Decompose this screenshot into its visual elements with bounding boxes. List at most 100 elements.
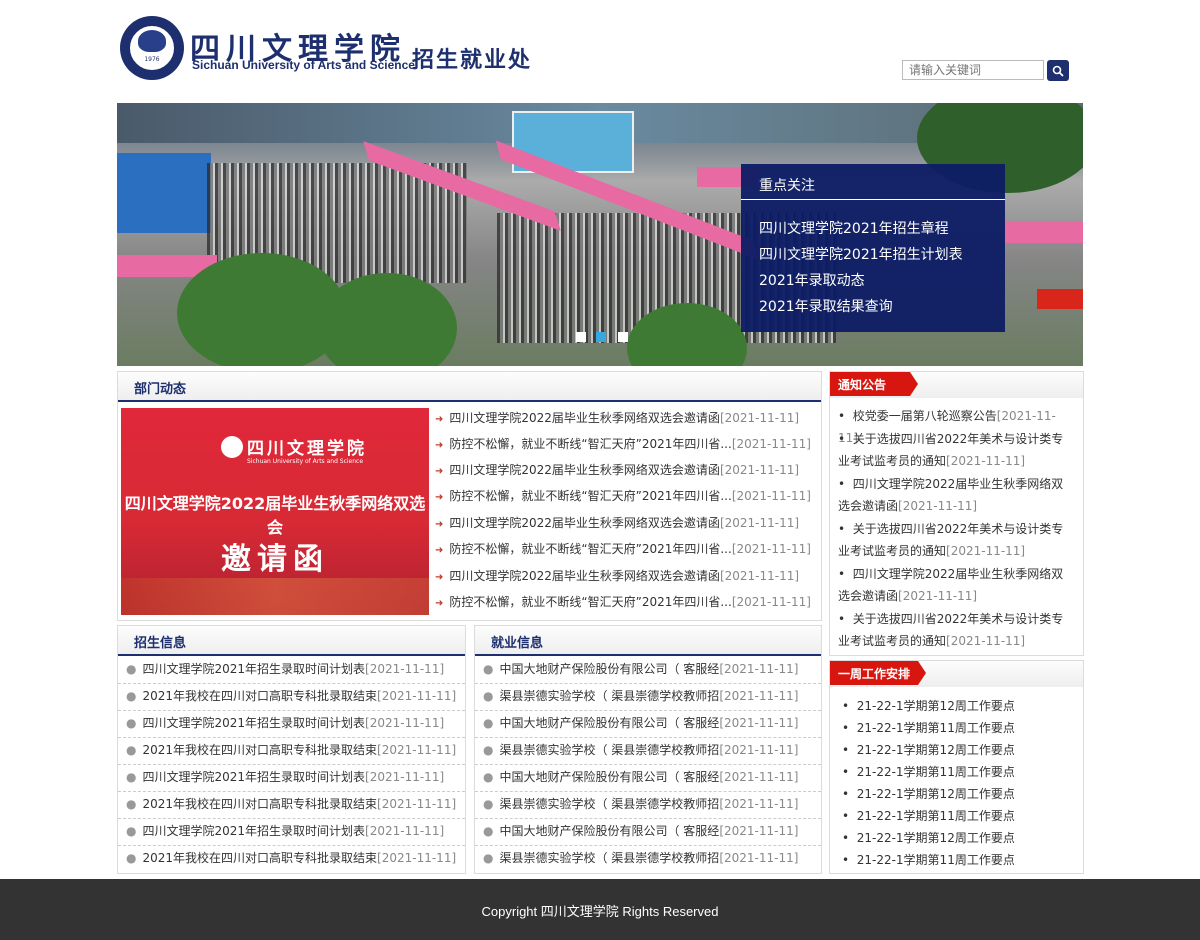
list-item-title[interactable]: 中国大地财产保险股份有限公司（ 客服经	[499, 824, 719, 838]
feature-seal-icon	[221, 436, 243, 458]
list-item[interactable]: ● 四川文理学院2021年招生录取时间计划表[2021-11-11]	[118, 764, 465, 792]
list-item[interactable]: ● 2021年我校在四川对口高职专科批录取结束[2021-11-11]	[118, 737, 465, 765]
news-title[interactable]: 四川文理学院2022届毕业生秋季网络双选会邀请函	[449, 516, 720, 530]
news-item[interactable]: ➜ 防控不松懈，就业不断线“智汇天府”2021年四川省...[2021-11-11…	[435, 540, 811, 557]
notice-item[interactable]: • 关于选拔四川省2022年美术与设计类专业考试监考员的通知[2021-11-1…	[838, 428, 1070, 472]
arrow-icon: ➜	[435, 492, 444, 503]
list-item[interactable]: ● 2021年我校在四川对口高职专科批录取结束[2021-11-11]	[118, 845, 465, 872]
list-item-title[interactable]: 渠县崇德实验学校（ 渠县崇德学校教师招	[499, 851, 719, 865]
panel-title[interactable]: 部门动态	[134, 378, 186, 397]
list-item[interactable]: ● 中国大地财产保险股份有限公司（ 客服经[2021-11-11]	[475, 710, 821, 738]
schedule-title[interactable]: 21-22-1学期第12周工作要点	[857, 831, 1015, 845]
list-item[interactable]: ● 四川文理学院2021年招生录取时间计划表[2021-11-11]	[118, 710, 465, 738]
focus-item-link[interactable]: 2021年录取动态	[759, 270, 865, 290]
notices-panel: 通知公告 • 校党委一届第八轮巡察公告[2021-11-11] • 关于选拔四川…	[829, 371, 1084, 656]
news-title[interactable]: 防控不松懈，就业不断线“智汇天府”2021年四川省...	[449, 542, 731, 556]
schedule-item[interactable]: • 21-22-1学期第12周工作要点	[842, 829, 1015, 846]
list-item[interactable]: ● 中国大地财产保险股份有限公司（ 客服经[2021-11-11]	[475, 656, 821, 684]
list-item[interactable]: ● 2021年我校在四川对口高职专科批录取结束[2021-11-11]	[118, 791, 465, 819]
panel-title[interactable]: 通知公告	[838, 376, 886, 393]
list-item[interactable]: ● 四川文理学院2021年招生录取时间计划表[2021-11-11]	[118, 818, 465, 846]
copyright-text: Copyright 四川文理学院 Rights Reserved	[481, 904, 719, 919]
focus-item-link[interactable]: 四川文理学院2021年招生计划表	[759, 244, 963, 264]
notice-item[interactable]: • 四川文理学院2022届毕业生秋季网络双选会邀请函[2021-11-11]	[838, 473, 1070, 517]
schedule-item[interactable]: • 21-22-1学期第11周工作要点	[842, 807, 1015, 824]
list-item[interactable]: ● 四川文理学院2021年招生录取时间计划表[2021-11-11]	[118, 656, 465, 684]
list-item-title[interactable]: 中国大地财产保险股份有限公司（ 客服经	[499, 662, 719, 676]
slide-dot-active[interactable]	[596, 332, 606, 342]
schedule-title[interactable]: 21-22-1学期第11周工作要点	[857, 809, 1015, 823]
list-item-title[interactable]: 四川文理学院2021年招生录取时间计划表	[142, 716, 365, 730]
list-item-title[interactable]: 中国大地财产保险股份有限公司（ 客服经	[499, 716, 719, 730]
list-item-title[interactable]: 2021年我校在四川对口高职专科批录取结束	[142, 743, 377, 757]
panel-tab[interactable]: 通知公告	[830, 372, 918, 396]
list-item-title[interactable]: 2021年我校在四川对口高职专科批录取结束	[142, 689, 377, 703]
focus-item-link[interactable]: 四川文理学院2021年招生章程	[759, 218, 949, 238]
news-title[interactable]: 四川文理学院2022届毕业生秋季网络双选会邀请函	[449, 569, 720, 583]
slide-dot[interactable]	[576, 332, 586, 342]
bullet-icon: ●	[483, 797, 494, 811]
dept-news-feature-image[interactable]: 四川文理学院 Sichuan University of Arts and Sc…	[121, 408, 429, 615]
list-item-title[interactable]: 四川文理学院2021年招生录取时间计划表	[142, 824, 365, 838]
schedule-title[interactable]: 21-22-1学期第11周工作要点	[857, 853, 1015, 867]
panel-title[interactable]: 一周工作安排	[838, 665, 910, 682]
list-item[interactable]: ● 渠县崇德实验学校（ 渠县崇德学校教师招[2021-11-11]	[475, 683, 821, 711]
news-title[interactable]: 四川文理学院2022届毕业生秋季网络双选会邀请函	[449, 411, 720, 425]
list-item-title[interactable]: 渠县崇德实验学校（ 渠县崇德学校教师招	[499, 743, 719, 757]
news-title[interactable]: 四川文理学院2022届毕业生秋季网络双选会邀请函	[449, 463, 720, 477]
list-item-title[interactable]: 中国大地财产保险股份有限公司（ 客服经	[499, 770, 719, 784]
slide-dot[interactable]	[618, 332, 628, 342]
list-item[interactable]: ● 中国大地财产保险股份有限公司（ 客服经[2021-11-11]	[475, 764, 821, 792]
news-date: [2021-11-11]	[719, 411, 800, 425]
list-item[interactable]: ● 渠县崇德实验学校（ 渠县崇德学校教师招[2021-11-11]	[475, 845, 821, 872]
schedule-item[interactable]: • 21-22-1学期第12周工作要点	[842, 741, 1015, 758]
list-item-title[interactable]: 渠县崇德实验学校（ 渠县崇德学校教师招	[499, 797, 719, 811]
news-title[interactable]: 防控不松懈，就业不断线“智汇天府”2021年四川省...	[449, 595, 731, 609]
news-item[interactable]: ➜ 防控不松懈，就业不断线“智汇天府”2021年四川省...[2021-11-11…	[435, 487, 811, 504]
list-item-date: [2021-11-11]	[365, 824, 445, 838]
schedule-title[interactable]: 21-22-1学期第12周工作要点	[857, 699, 1015, 713]
news-title[interactable]: 防控不松懈，就业不断线“智汇天府”2021年四川省...	[449, 489, 731, 503]
schedule-item[interactable]: • 21-22-1学期第12周工作要点	[842, 697, 1015, 714]
schedule-item[interactable]: • 21-22-1学期第12周工作要点	[842, 785, 1015, 802]
search-button[interactable]	[1047, 60, 1069, 81]
list-item-title[interactable]: 2021年我校在四川对口高职专科批录取结束	[142, 797, 377, 811]
list-item-date: [2021-11-11]	[377, 851, 457, 865]
list-item[interactable]: ● 2021年我校在四川对口高职专科批录取结束[2021-11-11]	[118, 683, 465, 711]
panel-tab[interactable]: 一周工作安排	[830, 661, 926, 685]
bullet-icon: ●	[483, 716, 494, 730]
notice-title[interactable]: 校党委一届第八轮巡察公告	[853, 409, 997, 423]
news-item[interactable]: ➜ 四川文理学院2022届毕业生秋季网络双选会邀请函[2021-11-11]	[435, 567, 799, 584]
news-item[interactable]: ➜ 四川文理学院2022届毕业生秋季网络双选会邀请函[2021-11-11]	[435, 461, 799, 478]
list-item[interactable]: ● 渠县崇德实验学校（ 渠县崇德学校教师招[2021-11-11]	[475, 791, 821, 819]
schedule-title[interactable]: 21-22-1学期第12周工作要点	[857, 743, 1015, 757]
panel-title[interactable]: 就业信息	[491, 632, 543, 651]
feature-school-en: Sichuan University of Arts and Science	[247, 458, 364, 465]
panel-title[interactable]: 招生信息	[134, 632, 186, 651]
school-logo-seal[interactable]: 1976	[120, 16, 184, 80]
list-item-title[interactable]: 四川文理学院2021年招生录取时间计划表	[142, 770, 365, 784]
schedule-title[interactable]: 21-22-1学期第11周工作要点	[857, 765, 1015, 779]
news-item[interactable]: ➜ 四川文理学院2022届毕业生秋季网络双选会邀请函[2021-11-11]	[435, 409, 799, 426]
list-item-title[interactable]: 四川文理学院2021年招生录取时间计划表	[142, 662, 365, 676]
banner-red-banner	[1037, 289, 1083, 309]
schedule-item[interactable]: • 21-22-1学期第11周工作要点	[842, 763, 1015, 780]
search-input[interactable]	[902, 60, 1044, 80]
notice-item[interactable]: • 四川文理学院2022届毕业生秋季网络双选会邀请函[2021-11-11]	[838, 563, 1070, 607]
notice-item[interactable]: • 关于选拔四川省2022年美术与设计类专业考试监考员的通知[2021-11-1…	[838, 608, 1070, 652]
schedule-title[interactable]: 21-22-1学期第12周工作要点	[857, 787, 1015, 801]
news-item[interactable]: ➜ 防控不松懈，就业不断线“智汇天府”2021年四川省...[2021-11-11…	[435, 435, 811, 452]
news-title[interactable]: 防控不松懈，就业不断线“智汇天府”2021年四川省...	[449, 437, 731, 451]
notice-item[interactable]: • 关于选拔四川省2022年美术与设计类专业考试监考员的通知[2021-11-1…	[838, 518, 1070, 562]
schedule-item[interactable]: • 21-22-1学期第11周工作要点	[842, 851, 1015, 868]
schedule-item[interactable]: • 21-22-1学期第11周工作要点	[842, 719, 1015, 736]
list-item-title[interactable]: 渠县崇德实验学校（ 渠县崇德学校教师招	[499, 689, 719, 703]
list-item-title[interactable]: 2021年我校在四川对口高职专科批录取结束	[142, 851, 377, 865]
list-item[interactable]: ● 中国大地财产保险股份有限公司（ 客服经[2021-11-11]	[475, 818, 821, 846]
news-item[interactable]: ➜ 四川文理学院2022届毕业生秋季网络双选会邀请函[2021-11-11]	[435, 514, 799, 531]
list-item[interactable]: ● 渠县崇德实验学校（ 渠县崇德学校教师招[2021-11-11]	[475, 737, 821, 765]
news-item[interactable]: ➜ 防控不松懈，就业不断线“智汇天府”2021年四川省...[2021-11-11…	[435, 593, 811, 610]
feature-campus-silhouette	[121, 578, 429, 615]
focus-item-link[interactable]: 2021年录取结果查询	[759, 296, 893, 316]
schedule-title[interactable]: 21-22-1学期第11周工作要点	[857, 721, 1015, 735]
